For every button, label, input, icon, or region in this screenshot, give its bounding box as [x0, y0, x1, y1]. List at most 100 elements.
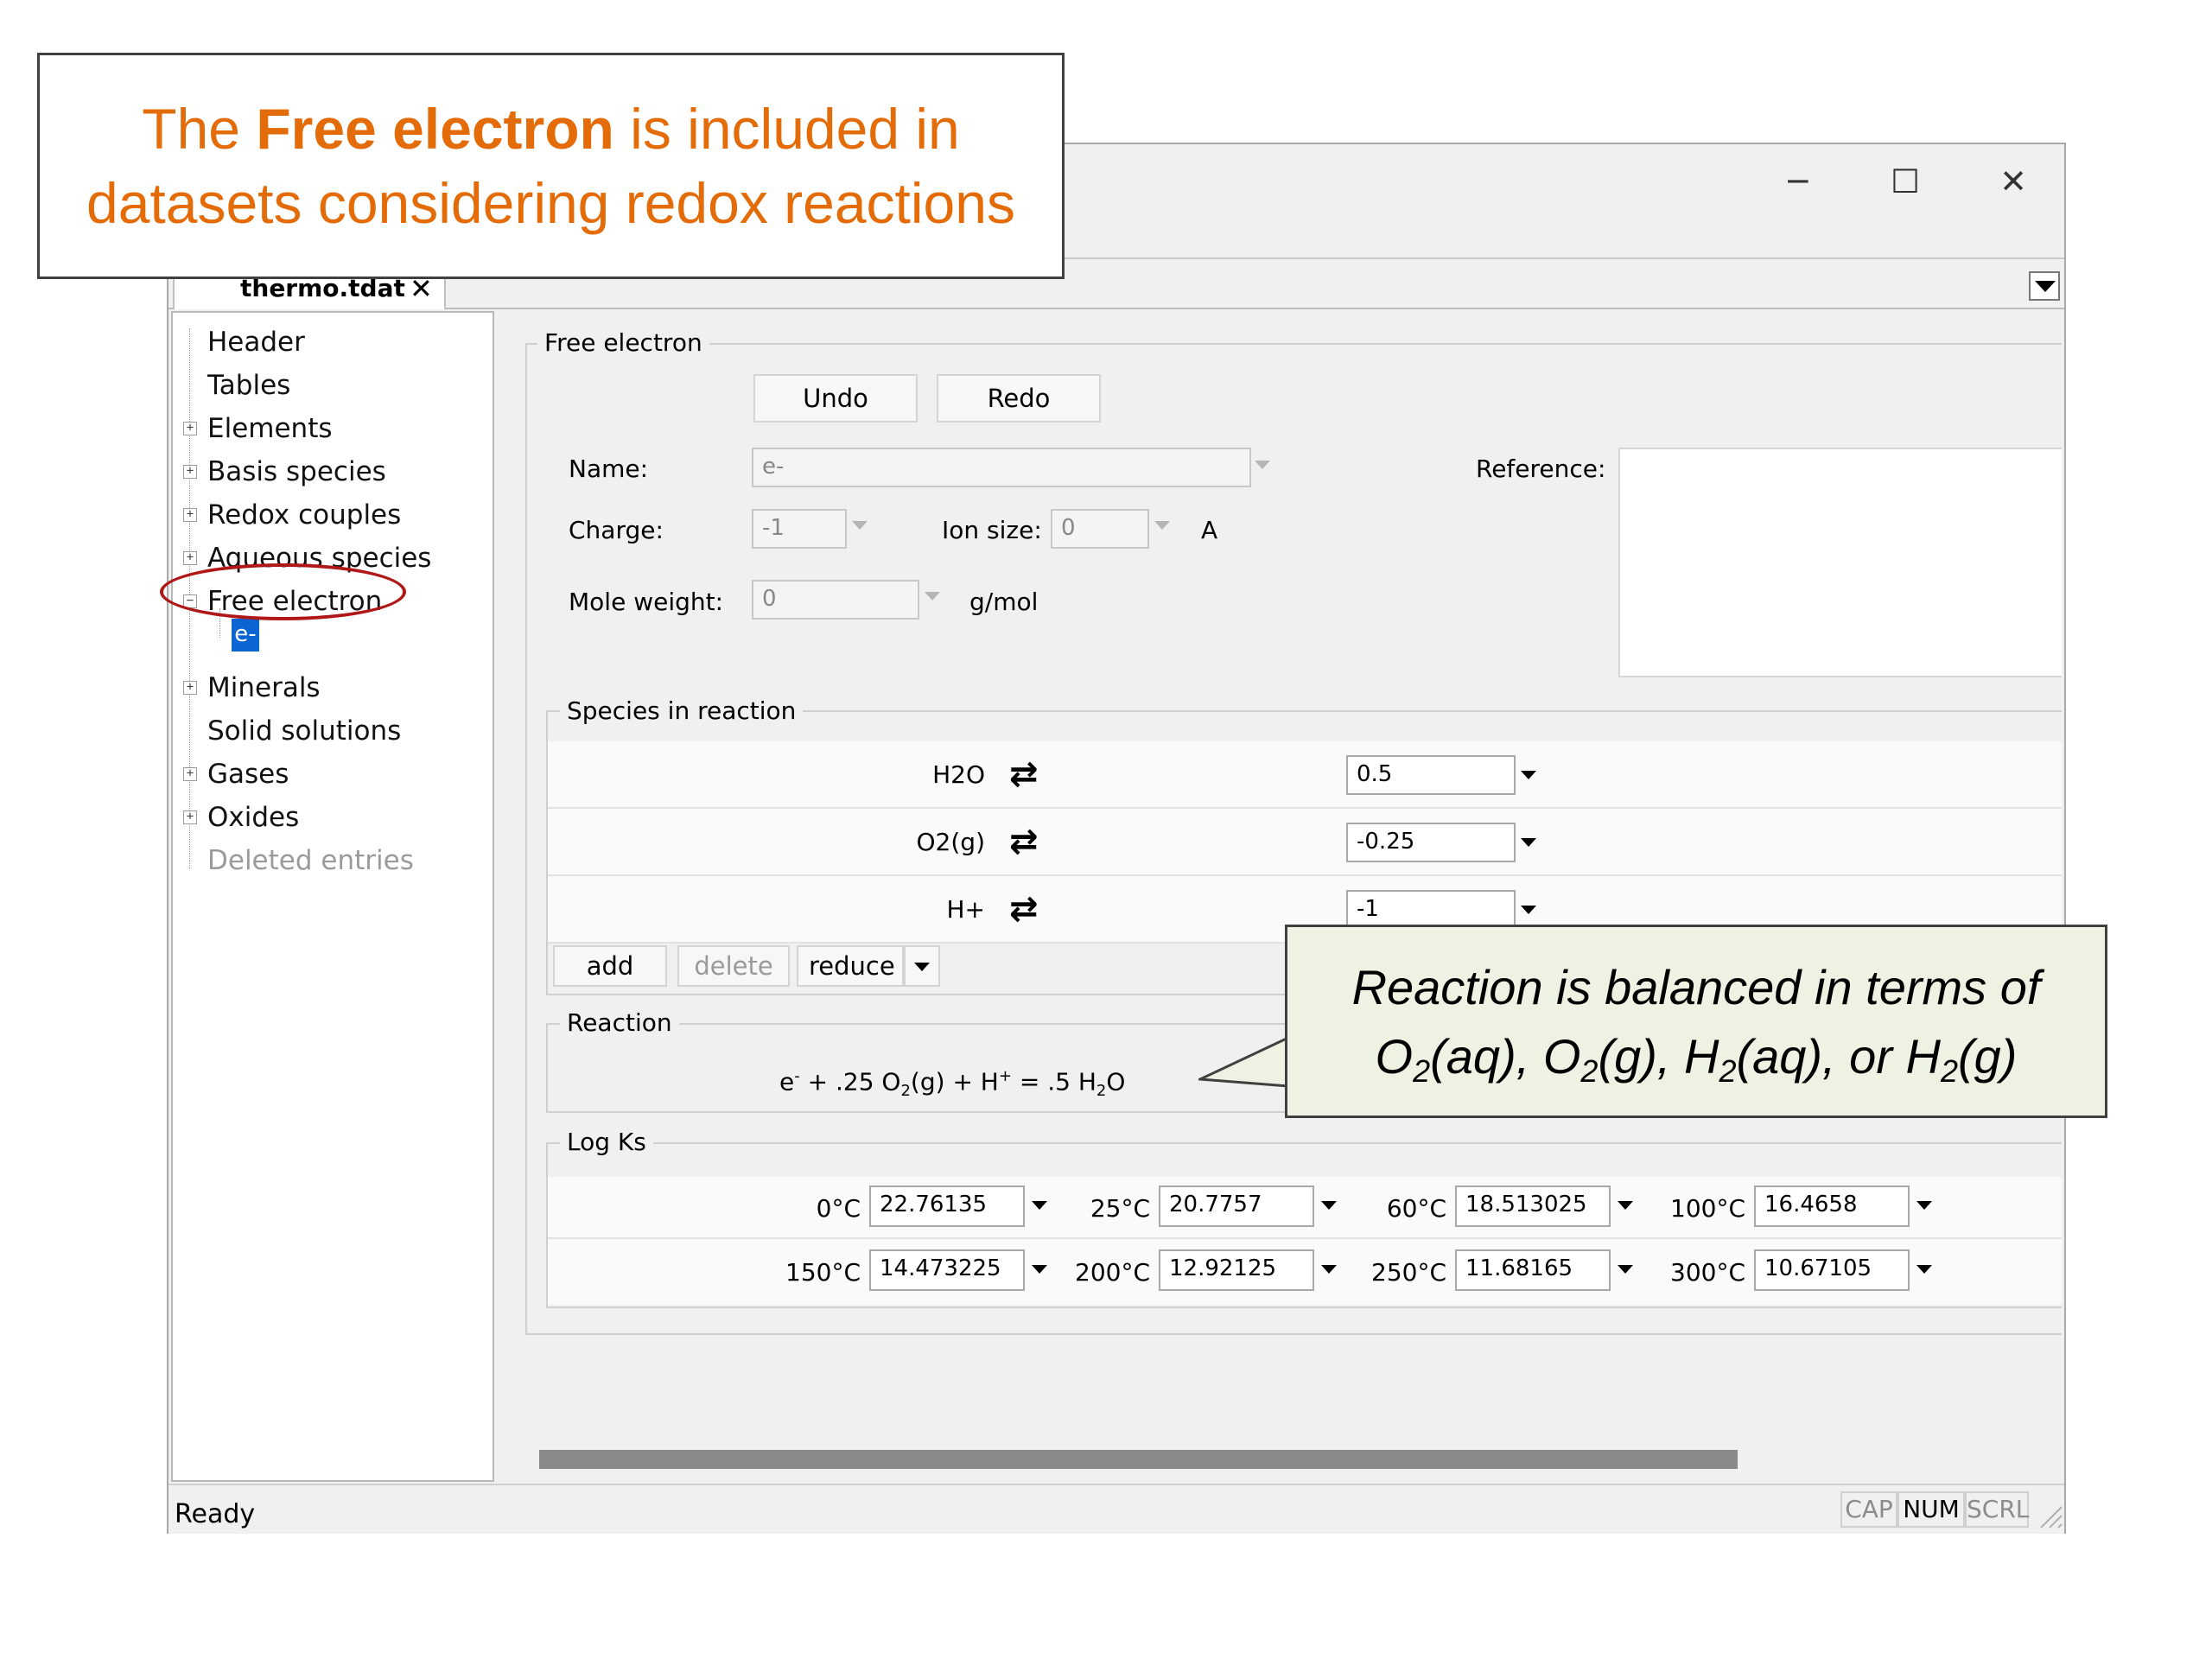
- logk-dropdown-arrow-icon[interactable]: [1618, 1201, 1633, 1210]
- coefficient-dropdown-arrow-icon[interactable]: [1521, 838, 1536, 847]
- reaction-part: = .5 H: [1011, 1067, 1096, 1096]
- log-ks-group-title: Log Ks: [560, 1128, 653, 1157]
- callout-text: is included in: [613, 97, 960, 161]
- undo-button[interactable]: Undo: [753, 374, 918, 423]
- name-input[interactable]: e-: [752, 448, 1251, 487]
- logk-temperature-label: 0°C: [816, 1194, 861, 1223]
- tree-item-elements[interactable]: Elements: [207, 410, 333, 447]
- logk-dropdown-arrow-icon[interactable]: [1916, 1265, 1932, 1274]
- reaction-part: + .25 O: [799, 1067, 901, 1096]
- reaction-part: e: [779, 1067, 795, 1096]
- name-dropdown-arrow-icon[interactable]: [1255, 461, 1270, 469]
- expand-icon[interactable]: +: [183, 681, 197, 695]
- callout-line-1: The Free electron is included in: [40, 92, 1062, 166]
- coefficient-dropdown-arrow-icon[interactable]: [1521, 906, 1536, 914]
- logk-dropdown-arrow-icon[interactable]: [1618, 1265, 1633, 1274]
- logk-value-input[interactable]: 14.473225: [869, 1249, 1025, 1291]
- expand-icon[interactable]: +: [183, 810, 197, 824]
- reaction-part: O: [1106, 1067, 1126, 1096]
- delete-species-button[interactable]: delete: [677, 945, 790, 987]
- logk-value-input[interactable]: 10.67105: [1754, 1249, 1910, 1291]
- ion-size-label: Ion size:: [942, 516, 1042, 544]
- tree-item-minerals[interactable]: Minerals: [207, 670, 321, 706]
- callout-bold-text: Free electron: [256, 97, 614, 161]
- logk-value-input[interactable]: 12.92125: [1159, 1249, 1314, 1291]
- tab-list-dropdown[interactable]: [2029, 271, 2060, 301]
- ion-size-unit: A: [1201, 516, 1218, 544]
- logk-value-input[interactable]: 11.68165: [1455, 1249, 1611, 1291]
- status-text: Ready: [175, 1499, 256, 1529]
- logk-value-input[interactable]: 22.76135: [869, 1185, 1025, 1227]
- status-bar: [168, 1484, 2064, 1534]
- tree-item-oxides[interactable]: Oxides: [207, 799, 299, 836]
- expand-icon[interactable]: +: [183, 767, 197, 781]
- callout-pointer-shape: [1198, 1036, 1289, 1088]
- expand-icon[interactable]: +: [183, 551, 197, 565]
- coefficient-dropdown-arrow-icon[interactable]: [1521, 771, 1536, 779]
- logk-value-input[interactable]: 16.4658: [1754, 1185, 1910, 1227]
- tree-item-redox-couples[interactable]: Redox couples: [207, 497, 401, 533]
- charge-dropdown-arrow-icon[interactable]: [852, 521, 868, 530]
- species-coefficient-input[interactable]: 0.5: [1346, 755, 1516, 795]
- species-name: O2(g): [916, 828, 985, 856]
- name-label: Name:: [569, 454, 649, 483]
- ion-size-dropdown-arrow-icon[interactable]: [1154, 521, 1170, 530]
- maximize-button[interactable]: ☐: [1875, 156, 1936, 207]
- redo-button[interactable]: Redo: [937, 374, 1101, 423]
- swap-arrows-icon[interactable]: ⇄: [1009, 892, 1039, 926]
- close-window-button[interactable]: ✕: [1983, 156, 2044, 207]
- reaction-superscript: +: [998, 1067, 1012, 1085]
- logk-value-input[interactable]: 20.7757: [1159, 1185, 1314, 1227]
- expand-icon[interactable]: +: [183, 508, 197, 522]
- tree-item-deleted-entries[interactable]: Deleted entries: [207, 842, 414, 879]
- horizontal-scrollbar-thumb[interactable]: [539, 1450, 1738, 1469]
- reduce-button[interactable]: reduce: [797, 945, 904, 987]
- add-species-button[interactable]: add: [553, 945, 667, 987]
- ion-size-input[interactable]: 0: [1051, 509, 1149, 549]
- species-name: H+: [946, 895, 985, 924]
- reaction-balance-callout: Reaction is balanced in terms of O2(aq),…: [1285, 925, 2107, 1118]
- logk-dropdown-arrow-icon[interactable]: [1321, 1265, 1337, 1274]
- tree-child-e-minus[interactable]: e-: [232, 619, 259, 652]
- charge-label: Charge:: [569, 516, 664, 544]
- reduce-dropdown-arrow-icon: [914, 963, 930, 971]
- expand-icon[interactable]: +: [183, 465, 197, 479]
- logk-dropdown-arrow-icon[interactable]: [1321, 1201, 1337, 1210]
- logk-value-input[interactable]: 18.513025: [1455, 1185, 1611, 1227]
- callout-subscript: 2: [1580, 1053, 1599, 1089]
- reduce-dropdown-button[interactable]: [904, 945, 940, 987]
- tree-item-header[interactable]: Header: [207, 324, 305, 360]
- scroll-lock-indicator: SCRL: [1965, 1491, 2029, 1528]
- mole-weight-input[interactable]: 0: [752, 580, 919, 620]
- tree-item-basis-species[interactable]: Basis species: [207, 454, 386, 490]
- mole-weight-dropdown-arrow-icon[interactable]: [925, 592, 940, 601]
- species-row: [548, 741, 2062, 809]
- logk-temperature-label: 300°C: [1670, 1258, 1745, 1287]
- tree-item-tables[interactable]: Tables: [207, 367, 290, 404]
- callout-subscript: 2: [1719, 1053, 1737, 1089]
- tree-item-gases[interactable]: Gases: [207, 756, 289, 792]
- swap-arrows-icon[interactable]: ⇄: [1009, 757, 1039, 791]
- highlight-ellipse: [160, 563, 406, 620]
- reference-textarea[interactable]: [1618, 448, 2062, 677]
- species-coefficient-input[interactable]: -0.25: [1346, 823, 1516, 862]
- callout-subscript: 2: [1413, 1053, 1431, 1089]
- charge-input[interactable]: -1: [752, 509, 847, 549]
- reaction-group-title: Reaction: [560, 1008, 679, 1038]
- callout-text: (aq), or H: [1736, 1029, 1941, 1084]
- reaction-part: (g) + H: [910, 1067, 999, 1096]
- reaction-equation: e- + .25 O2(g) + H+ = .5 H2O: [779, 1061, 1125, 1107]
- cap-lock-indicator: CAP: [1840, 1491, 1897, 1528]
- callout-text: (g): [1958, 1029, 2018, 1084]
- callout-subscript: 2: [1940, 1053, 1958, 1089]
- logk-dropdown-arrow-icon[interactable]: [1916, 1201, 1932, 1210]
- minimize-button[interactable]: ─: [1768, 156, 1828, 207]
- tree-item-solid-solutions[interactable]: Solid solutions: [207, 713, 401, 749]
- expand-icon[interactable]: +: [183, 422, 197, 435]
- reference-label: Reference:: [1476, 454, 1606, 483]
- logk-temperature-label: 100°C: [1670, 1194, 1745, 1223]
- resize-grip-icon[interactable]: [2036, 1502, 2063, 1529]
- callout-line-2: datasets considering redox reactions: [86, 171, 1015, 235]
- swap-arrows-icon[interactable]: ⇄: [1009, 824, 1039, 859]
- callout-text: (aq), O: [1430, 1029, 1581, 1084]
